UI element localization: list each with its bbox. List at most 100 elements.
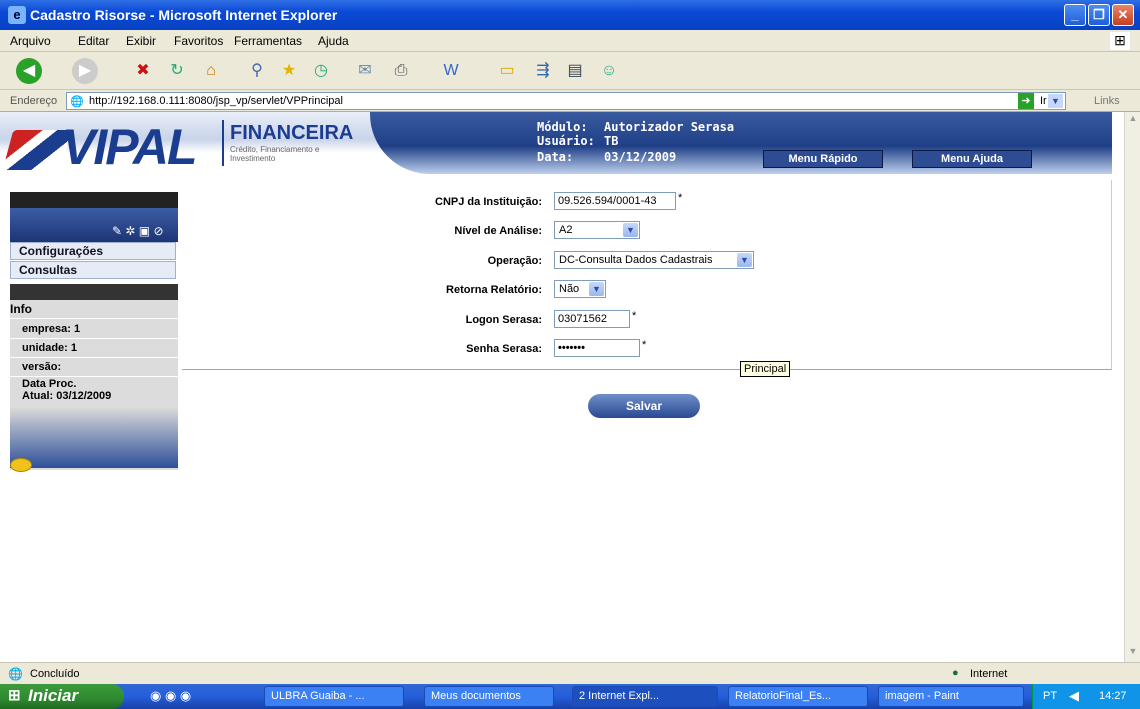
task-relatorio[interactable]: RelatorioFinal_Es... (728, 686, 868, 707)
coin-icon (10, 458, 32, 472)
save-button[interactable]: Salvar (588, 394, 700, 418)
data-value: 03/12/2009 (604, 150, 677, 164)
logon-label: Logon Serasa: (465, 314, 542, 326)
tray-arrow-icon[interactable]: ◀ (1069, 688, 1079, 704)
vertical-scrollbar[interactable]: ▲ ▼ (1124, 112, 1140, 662)
cnpj-label: CNPJ da Instituição: (435, 196, 542, 208)
clock: 14:27 (1099, 690, 1127, 702)
quicklaunch-icons[interactable]: ◉ ◉ ◉ (150, 688, 191, 704)
page-content: VIPAL FINANCEIRA Crédito, Financiamento … (0, 112, 1124, 662)
discuss-icon[interactable]: ⇶ (530, 58, 556, 84)
sidebar-item-configuracoes[interactable]: Configurações (10, 242, 176, 260)
app-header: VIPAL FINANCEIRA Crédito, Financiamento … (0, 112, 1112, 180)
start-button[interactable]: ⊞ Iniciar (0, 684, 124, 709)
language-indicator[interactable]: PT (1043, 690, 1057, 702)
task-internet-explorer[interactable]: 2 Internet Expl... (572, 686, 718, 707)
logon-input[interactable]: 03071562 (554, 310, 630, 328)
tooltip-principal: Principal (740, 361, 791, 377)
back-icon[interactable]: ◀ (16, 58, 42, 84)
modulo-label: Módulo: (537, 120, 588, 134)
operacao-value: DC-Consulta Dados Cadastrais (559, 254, 713, 266)
address-input[interactable]: 🌐 http://192.168.0.111:8080/jsp_vp/servl… (66, 92, 1066, 110)
info-empresa: empresa: 1 (10, 320, 178, 339)
cnpj-input[interactable]: 09.526.594/0001-43 (554, 192, 676, 210)
usuario-value: TB (604, 134, 619, 148)
brand-divider (222, 120, 224, 166)
task-ulbra[interactable]: ULBRA Guaiba - ... (264, 686, 404, 707)
data-label: Data: (537, 150, 574, 164)
taskbar: ⊞ Iniciar ◉ ◉ ◉ ULBRA Guaiba - ... Meus … (0, 684, 1140, 709)
favorites-icon[interactable]: ★ (276, 58, 302, 84)
home-icon[interactable]: ⌂ (198, 58, 224, 84)
chevron-down-icon[interactable]: ▼ (737, 253, 752, 267)
windows-logo-icon: ⊞ (1110, 32, 1130, 50)
sidebar: ✎ ✲ ▣ ⊘ Configurações Consultas Info emp… (0, 180, 182, 470)
task-paint[interactable]: imagem - Paint (878, 686, 1024, 707)
menu-bar: Arquivo Editar Exibir Favoritos Ferramen… (0, 30, 1140, 52)
status-bar: 🌐 Concluído ● Internet (0, 662, 1140, 684)
required-mark: * (678, 192, 683, 204)
required-mark: * (632, 310, 637, 322)
edit-icon[interactable]: W (438, 58, 464, 84)
retorna-label: Retorna Relatório: (446, 284, 542, 296)
stop-icon[interactable]: ✖ (130, 58, 156, 84)
sidebar-gradient (10, 408, 178, 468)
retorna-select[interactable]: Não ▼ (554, 280, 606, 298)
page-done-icon: 🌐 (8, 667, 23, 681)
research-icon[interactable]: ▤ (562, 58, 588, 84)
modulo-value: Autorizador Serasa (604, 120, 735, 134)
nivel-select[interactable]: A2 ▼ (554, 221, 640, 239)
go-icon[interactable]: ➜ (1018, 93, 1034, 109)
mail-icon[interactable]: ✉ (352, 58, 378, 84)
chevron-down-icon[interactable]: ▼ (589, 282, 604, 296)
address-label: Endereço (10, 95, 58, 107)
form-panel: CNPJ da Instituição: 09.526.594/0001-43 … (182, 180, 1112, 370)
operacao-select[interactable]: DC-Consulta Dados Cadastrais ▼ (554, 251, 754, 269)
ie-icon: e (8, 6, 26, 24)
nivel-value: A2 (559, 224, 573, 236)
internet-zone-icon: ● (952, 667, 959, 679)
print-icon[interactable]: ⎙ (388, 58, 414, 84)
required-mark: * (642, 339, 647, 351)
info-unidade: unidade: 1 (10, 339, 178, 358)
senha-input[interactable]: ••••••• (554, 339, 640, 357)
menu-ferramentas[interactable]: Ferramentas (234, 34, 302, 48)
history-icon[interactable]: ◷ (308, 58, 334, 84)
info-data-atual: Atual: 03/12/2009 (22, 390, 112, 402)
chevron-down-icon[interactable]: ▼ (1048, 94, 1063, 108)
close-button[interactable]: ✕ (1112, 4, 1134, 26)
window-title: Cadastro Risorse - Microsoft Internet Ex… (30, 7, 338, 23)
usuario-label: Usuário: (537, 134, 595, 148)
links-label[interactable]: Links (1094, 95, 1120, 107)
menu-arquivo[interactable]: Arquivo (10, 34, 51, 48)
chevron-down-icon[interactable]: ▼ (623, 223, 638, 237)
division-title: FINANCEIRA (230, 122, 354, 144)
forward-icon[interactable]: ▶ (72, 58, 98, 84)
address-bar: Endereço 🌐 http://192.168.0.111:8080/jsp… (0, 90, 1140, 112)
division-subtitle: Crédito, Financiamento e Investimento (230, 145, 320, 163)
sidebar-top-panel: ✎ ✲ ▣ ⊘ (10, 192, 178, 242)
messenger-icon[interactable]: ☺ (596, 58, 622, 84)
scroll-down-icon[interactable]: ▼ (1126, 646, 1140, 660)
menu-editar[interactable]: Editar (78, 34, 109, 48)
maximize-button[interactable]: ❐ (1088, 4, 1110, 26)
retorna-value: Não (559, 283, 580, 295)
refresh-icon[interactable]: ↻ (164, 58, 190, 84)
sidebar-item-consultas[interactable]: Consultas (10, 261, 176, 279)
menu-ajuda-button[interactable]: Menu Ajuda (912, 150, 1032, 168)
menu-favoritos[interactable]: Favoritos (174, 34, 223, 48)
senha-label: Senha Serasa: (466, 343, 542, 355)
folder-icon[interactable]: ▭ (494, 58, 520, 84)
menu-rapido-button[interactable]: Menu Rápido (763, 150, 883, 168)
search-icon[interactable]: ⚲ (244, 58, 270, 84)
menu-exibir[interactable]: Exibir (126, 34, 156, 48)
go-label[interactable]: Ir (1040, 95, 1047, 107)
sidebar-tool-icons[interactable]: ✎ ✲ ▣ ⊘ (112, 224, 164, 238)
address-url: http://192.168.0.111:8080/jsp_vp/servlet… (89, 95, 343, 107)
info-title: Info (10, 300, 178, 319)
page-icon: 🌐 (70, 96, 84, 108)
task-meus-documentos[interactable]: Meus documentos (424, 686, 554, 707)
scroll-up-icon[interactable]: ▲ (1126, 113, 1140, 127)
minimize-button[interactable]: _ (1064, 4, 1086, 26)
menu-ajuda[interactable]: Ajuda (318, 34, 349, 48)
